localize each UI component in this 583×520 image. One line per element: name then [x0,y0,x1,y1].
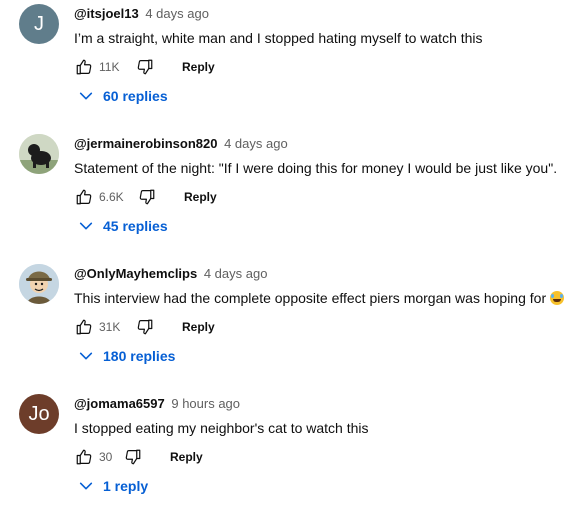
chevron-down-icon [79,482,93,490]
view-replies-button[interactable]: 1 reply [78,475,148,497]
rolling-on-floor-laughing-emoji-icon [550,291,565,305]
comment-actions: 6.6K Reply [74,186,217,208]
avatar[interactable] [19,264,59,304]
chevron-down-icon [79,92,93,100]
comment-text: Statement of the night: "If I were doing… [74,160,558,176]
comment-timestamp[interactable]: 4 days ago [224,136,288,151]
dislike-button[interactable] [137,187,157,207]
view-replies-button[interactable]: 180 replies [78,345,175,367]
comment-header: @itsjoel13 4 days ago [74,6,209,22]
reply-button[interactable]: Reply [184,190,217,204]
thumbs-up-icon [76,449,92,465]
avatar[interactable]: Jo [19,394,59,434]
thumbs-down-icon [137,59,153,75]
replies-count-label: 60 replies [103,88,168,104]
author-handle[interactable]: @jermainerobinson820 [74,136,217,151]
like-button[interactable] [74,57,94,77]
author-handle[interactable]: @itsjoel13 [74,6,139,21]
like-count: 31K [99,320,121,334]
like-button[interactable] [74,447,94,467]
like-count: 11K [99,60,120,74]
chevron-down-icon [79,352,93,360]
avatar-letter: J [34,12,44,35]
thumbs-up-icon [76,319,92,335]
comment-header: @jermainerobinson820 4 days ago [74,136,288,152]
avatar[interactable] [19,134,59,174]
avatar-letter: Jo [28,402,50,425]
like-count: 6.6K [99,190,124,204]
comment-header: @jomama6597 9 hours ago [74,396,240,412]
comment-timestamp[interactable]: 9 hours ago [171,396,240,411]
comment-actions: 11K Reply [74,56,215,78]
comment-text: I’m a straight, white man and I stopped … [74,30,483,46]
chevron-down-icon [79,222,93,230]
avatar[interactable]: J [19,4,59,44]
thumbs-down-icon [139,189,155,205]
dislike-button[interactable] [123,447,143,467]
comment-text: I stopped eating my neighbor's cat to wa… [74,420,369,436]
comment-text: This interview had the complete opposite… [74,289,565,307]
reply-button[interactable]: Reply [182,320,215,334]
reply-button[interactable]: Reply [182,60,215,74]
view-replies-button[interactable]: 60 replies [78,85,168,107]
like-count: 30 [99,450,113,464]
comment-timestamp[interactable]: 4 days ago [145,6,209,21]
comment-actions: 30 Reply [74,446,203,468]
comment-actions: 31K Reply [74,316,215,338]
comment-thread: @OnlyMayhemclips 4 days ago This intervi… [0,260,583,390]
comment-thread: J @itsjoel13 4 days ago I’m a straight, … [0,0,583,130]
dislike-button[interactable] [135,57,155,77]
comment-thread: Jo @jomama6597 9 hours ago I stopped eat… [0,390,583,520]
like-button[interactable] [74,317,94,337]
thumbs-down-icon [125,449,141,465]
thumbs-up-icon [76,59,92,75]
author-handle[interactable]: @OnlyMayhemclips [74,266,197,281]
view-replies-button[interactable]: 45 replies [78,215,168,237]
like-button[interactable] [74,187,94,207]
cartoon-avatar-image [19,264,59,304]
comment-timestamp[interactable]: 4 days ago [204,266,268,281]
replies-count-label: 180 replies [103,348,176,364]
comment-header: @OnlyMayhemclips 4 days ago [74,266,267,282]
dog-avatar-image [19,134,59,174]
comment-thread: @jermainerobinson820 4 days ago Statemen… [0,130,583,260]
dislike-button[interactable] [135,317,155,337]
replies-count-label: 45 replies [103,218,168,234]
author-handle[interactable]: @jomama6597 [74,396,165,411]
replies-count-label: 1 reply [103,478,149,494]
reply-button[interactable]: Reply [170,450,203,464]
comment-text-body: This interview had the complete opposite… [74,290,547,306]
thumbs-down-icon [137,319,153,335]
thumbs-up-icon [76,189,92,205]
